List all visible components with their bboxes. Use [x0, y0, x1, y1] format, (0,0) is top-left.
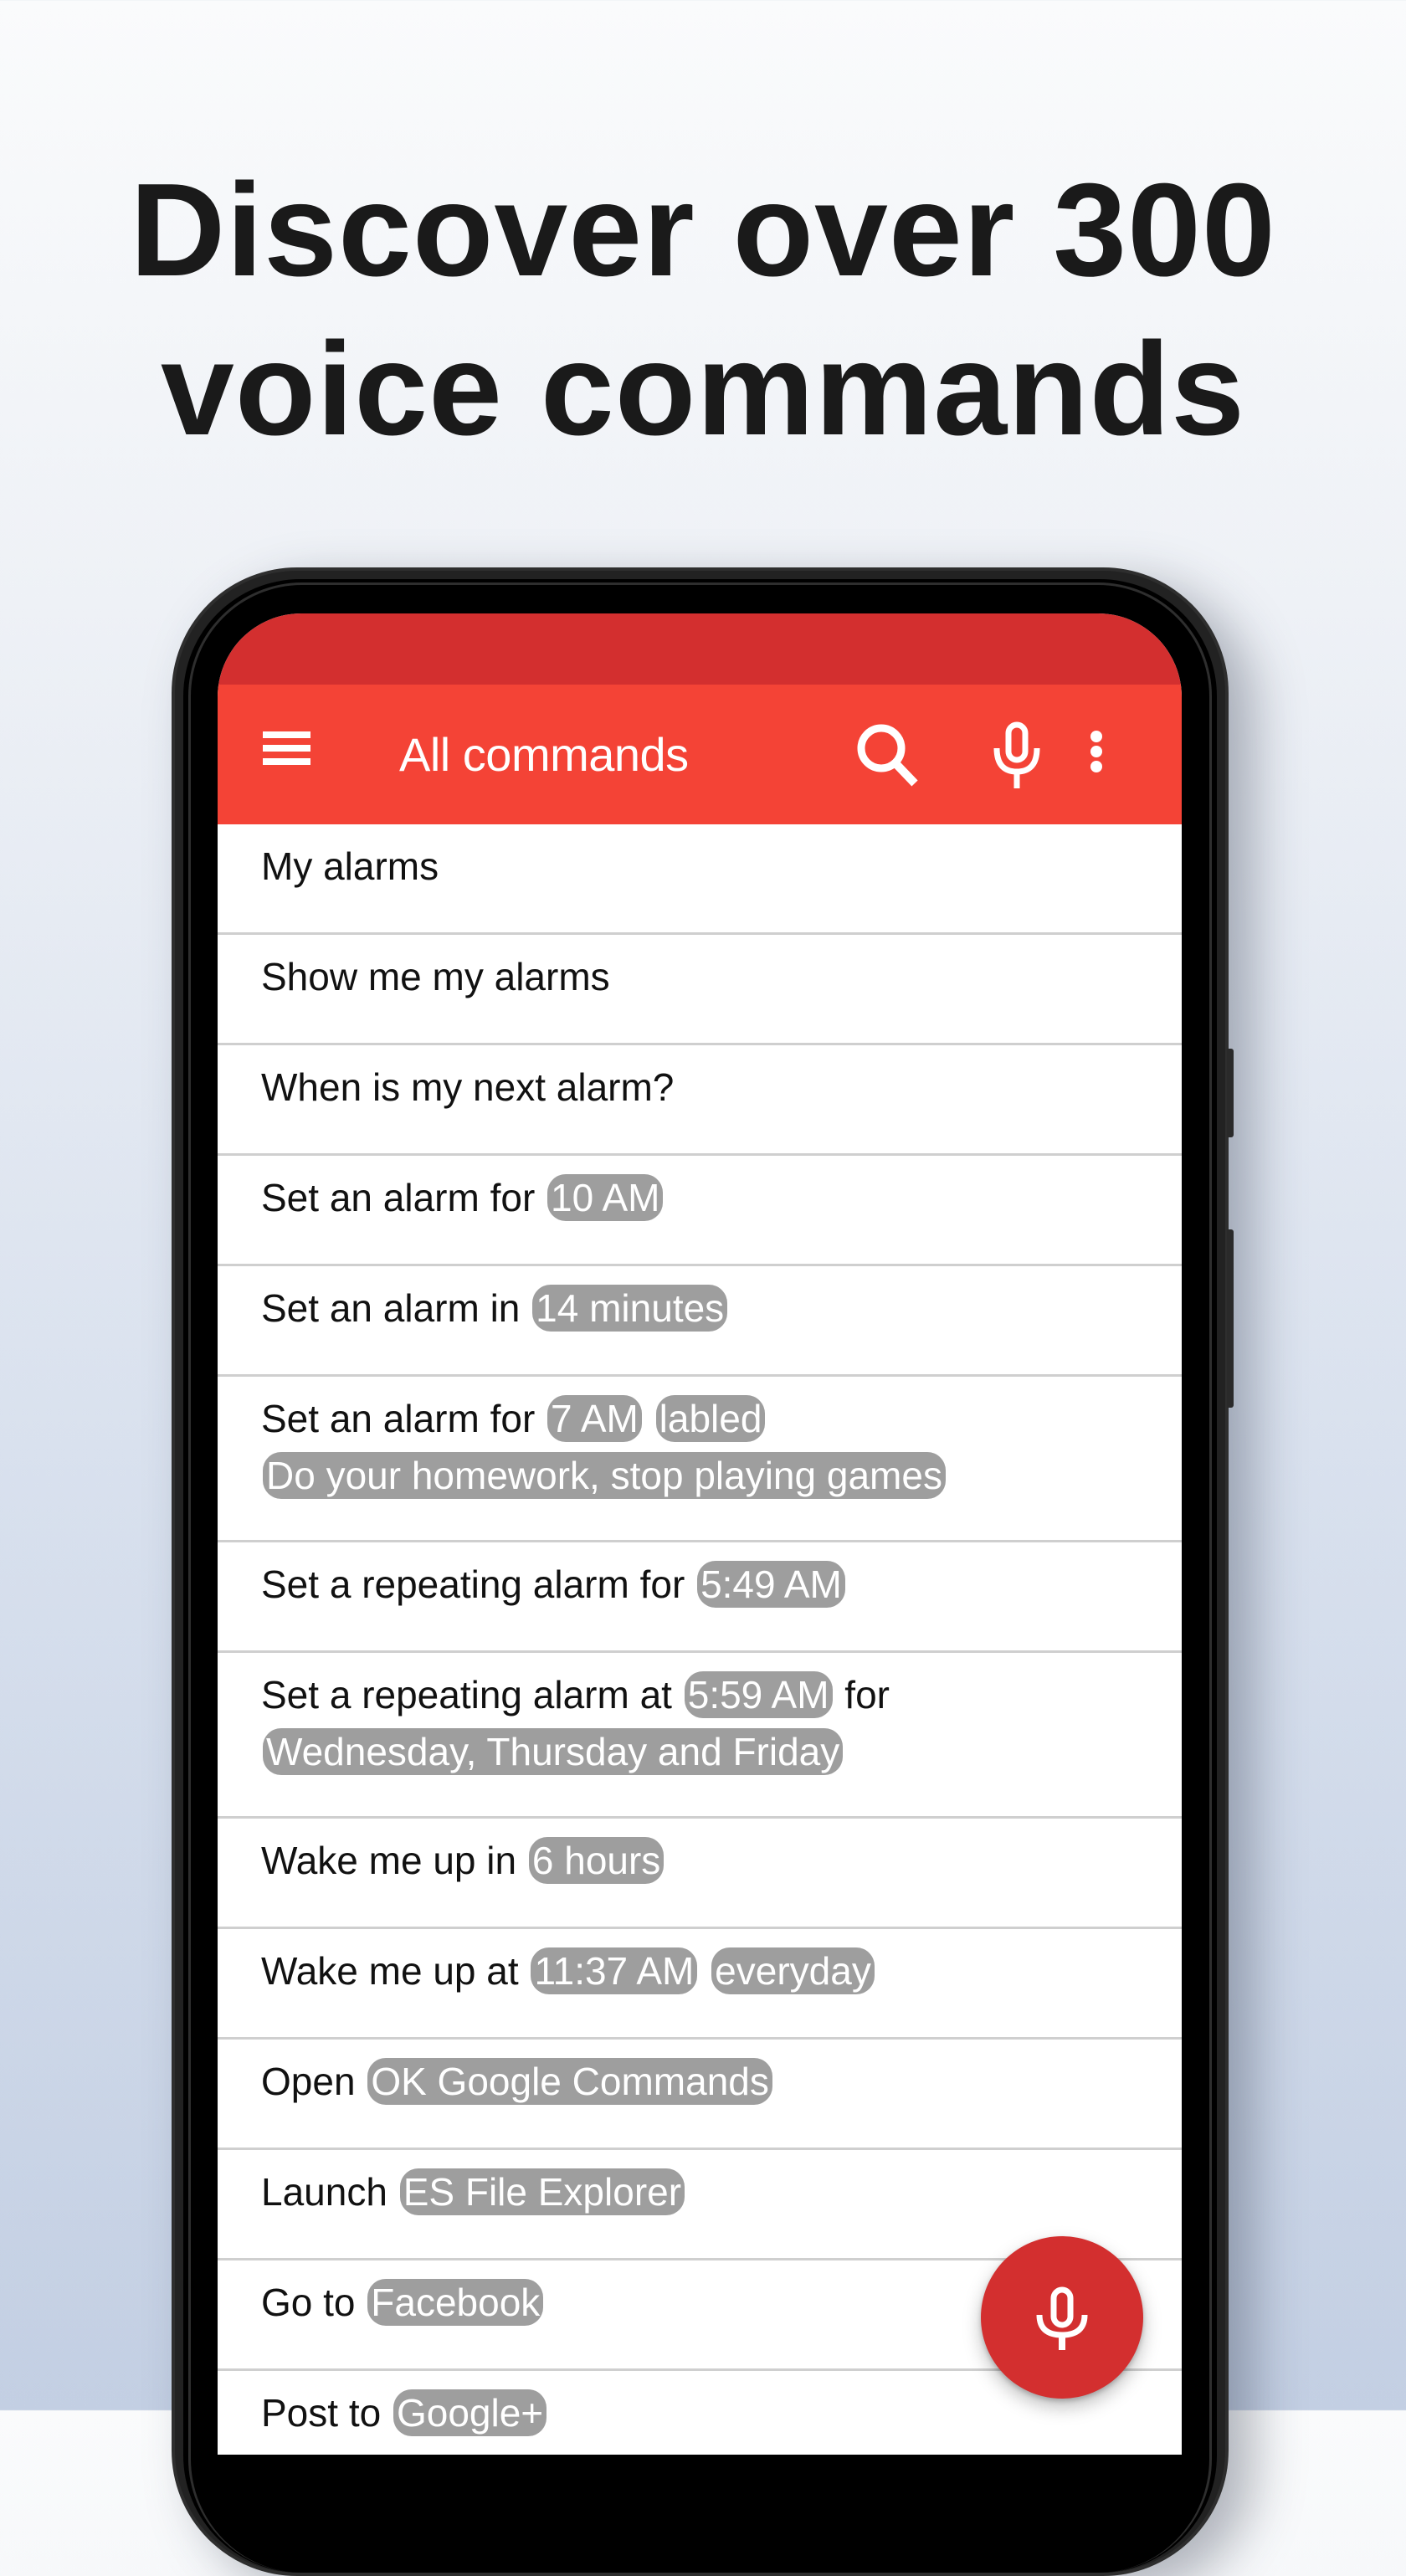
- parameter-chip: 5:49 AM: [697, 1561, 845, 1608]
- command-text: Set an alarm for: [261, 1176, 546, 1219]
- command-text: Show me my alarms: [261, 955, 610, 998]
- hamburger-menu-icon[interactable]: [263, 731, 313, 777]
- search-icon[interactable]: [849, 716, 925, 792]
- command-list-item[interactable]: Set an alarm for 7 AM labled Do your home…: [218, 1377, 1182, 1542]
- command-text: When is my next alarm?: [261, 1065, 675, 1109]
- parameter-chip: 5:59 AM: [684, 1671, 833, 1718]
- command-list-item[interactable]: Wake me up at 11:37 AM everyday: [218, 1929, 1182, 2040]
- command-text: for: [834, 1673, 890, 1716]
- command-line: When is my next alarm?: [261, 1059, 1138, 1116]
- parameter-chip: OK Google Commands: [367, 2058, 772, 2105]
- command-line: Do your homework, stop playing games: [261, 1447, 1138, 1504]
- command-list-item[interactable]: When is my next alarm?: [218, 1045, 1182, 1156]
- command-text: My alarms: [261, 844, 439, 888]
- parameter-chip: everyday: [711, 1947, 875, 1994]
- command-line: Show me my alarms: [261, 948, 1138, 1005]
- parameter-chip: ES File Explorer: [399, 2168, 685, 2215]
- app-screen: All commands My alarms Show me my alarms W…: [218, 613, 1182, 2455]
- command-text: Wake me up in: [261, 1839, 527, 1882]
- parameter-chip: Wednesday, Thursday and Friday: [263, 1728, 844, 1775]
- parameter-chip: Google+: [393, 2389, 547, 2436]
- headline-line-2: voice commands: [160, 316, 1246, 463]
- command-line: Set an alarm for 10 AM: [261, 1169, 1138, 1226]
- command-text: Set an alarm in: [261, 1286, 531, 1330]
- command-list-item[interactable]: Open OK Google Commands: [218, 2040, 1182, 2150]
- command-line: Set an alarm in 14 minutes: [261, 1280, 1138, 1337]
- microphone-icon[interactable]: [982, 716, 1057, 792]
- voice-fab-button[interactable]: [981, 2236, 1143, 2399]
- parameter-chip: Do your homework, stop playing games: [263, 1452, 946, 1499]
- command-list-item[interactable]: Show me my alarms: [218, 935, 1182, 1045]
- phone-volume-button: [1227, 1049, 1234, 1137]
- command-line: Post to Google+: [261, 2384, 1138, 2441]
- toolbar-title: All commands: [399, 728, 689, 781]
- command-line: Set a repeating alarm for 5:49 AM: [261, 1556, 1138, 1613]
- command-text: Set an alarm for: [261, 1397, 546, 1440]
- headline-line-1: Discover over 300: [130, 157, 1276, 304]
- app-toolbar: All commands: [218, 685, 1182, 824]
- command-text: Go to: [261, 2281, 367, 2324]
- command-line: My alarms: [261, 838, 1138, 895]
- command-line: Wake me up in 6 hours: [261, 1832, 1138, 1889]
- command-line: Wednesday, Thursday and Friday: [261, 1723, 1138, 1780]
- command-list-item[interactable]: Set a repeating alarm for 5:49 AM: [218, 1542, 1182, 1653]
- command-list: My alarms Show me my alarms When is my nex…: [218, 824, 1182, 2455]
- command-text: Set a repeating alarm at: [261, 1673, 683, 1716]
- parameter-chip: 10 AM: [547, 1174, 664, 1221]
- phone-power-button: [1227, 1229, 1234, 1408]
- parameter-chip: labled: [655, 1395, 766, 1442]
- command-line: Set a repeating alarm at 5:59 AM for: [261, 1666, 1138, 1723]
- parameter-chip: 6 hours: [528, 1837, 665, 1884]
- command-text: Launch: [261, 2170, 398, 2214]
- command-list-item[interactable]: My alarms: [218, 824, 1182, 935]
- microphone-icon: [1036, 2286, 1088, 2350]
- parameter-chip: 7 AM: [547, 1395, 642, 1442]
- command-list-item[interactable]: Set an alarm for 10 AM: [218, 1156, 1182, 1266]
- parameter-chip: Facebook: [367, 2279, 544, 2326]
- command-text: Post to: [261, 2391, 392, 2435]
- command-text: Set a repeating alarm for: [261, 1563, 696, 1606]
- parameter-chip: 11:37 AM: [531, 1947, 698, 1994]
- command-text: Open: [261, 2060, 367, 2103]
- status-bar: [218, 613, 1182, 685]
- command-line: Open OK Google Commands: [261, 2053, 1138, 2110]
- command-line: Wake me up at 11:37 AM everyday: [261, 1942, 1138, 1999]
- command-text: Wake me up at: [261, 1949, 530, 1993]
- command-text: [644, 1397, 654, 1440]
- command-line: Launch ES File Explorer: [261, 2163, 1138, 2220]
- more-vert-icon[interactable]: [1071, 716, 1121, 792]
- command-list-item[interactable]: Wake me up in 6 hours: [218, 1819, 1182, 1929]
- command-text: [699, 1949, 710, 1993]
- headline: Discover over 300 voice commands: [0, 151, 1406, 469]
- command-line: Set an alarm for 7 AM labled: [261, 1390, 1138, 1447]
- command-list-item[interactable]: Set an alarm in 14 minutes: [218, 1266, 1182, 1377]
- command-list-item[interactable]: Set a repeating alarm at 5:59 AM for Wedn…: [218, 1653, 1182, 1819]
- parameter-chip: 14 minutes: [532, 1285, 728, 1332]
